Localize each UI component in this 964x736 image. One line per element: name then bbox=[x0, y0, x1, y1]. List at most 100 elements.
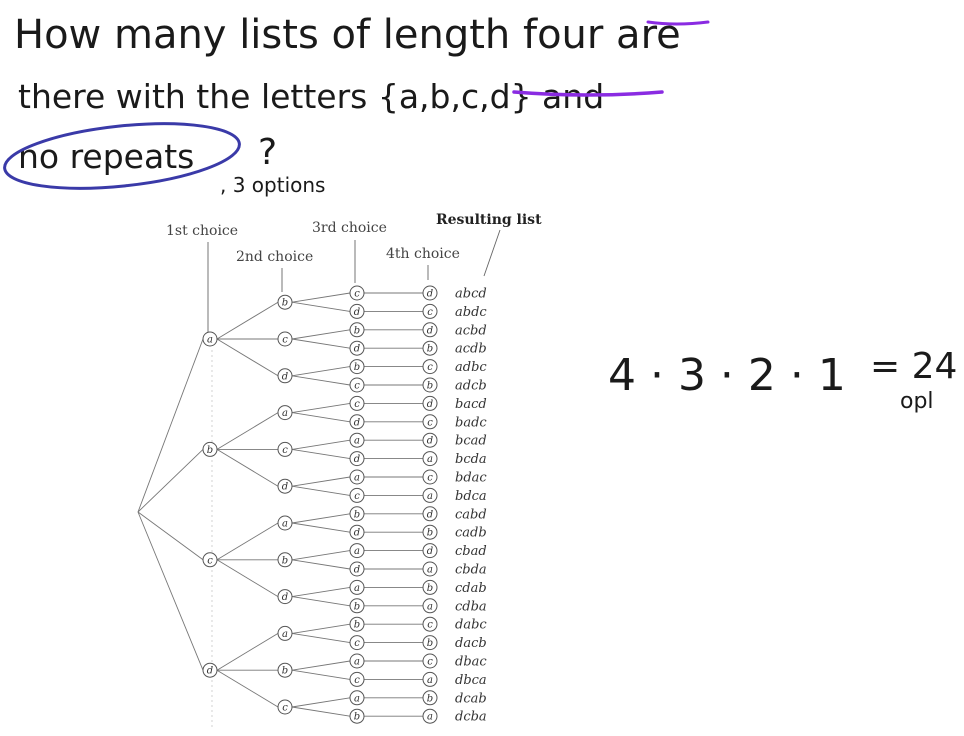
resulting-list-item: cbda bbox=[455, 563, 487, 578]
tree-node-dbac: c bbox=[422, 653, 438, 669]
node-letter: b bbox=[354, 712, 360, 723]
tree-node-cdb: b bbox=[349, 598, 365, 614]
tree-node-dca: a bbox=[349, 690, 365, 706]
tree-node-bdc: c bbox=[349, 487, 365, 503]
node-letter: b bbox=[207, 445, 213, 456]
node-letter: b bbox=[427, 638, 433, 649]
tree-edge-ba bbox=[216, 412, 279, 450]
tree-node-cbd: d bbox=[349, 561, 365, 577]
node-letter: b bbox=[354, 509, 360, 520]
tree-edge-cad bbox=[291, 522, 351, 533]
tree-edge-dab bbox=[291, 623, 351, 634]
tree-edge-cbd bbox=[291, 559, 351, 570]
tree-node-da: a bbox=[277, 625, 293, 641]
tree-node-cbda: a bbox=[422, 561, 438, 577]
tree-diagram: abcdbcdacdabdabccdbdbccdadacbdadabbcacab… bbox=[137, 229, 501, 728]
resulting-list-item: cdba bbox=[455, 599, 487, 614]
formula: 4 · 3 · 2 · 1 = 24 opl bbox=[608, 346, 957, 414]
tree-node-dab: b bbox=[349, 616, 365, 632]
tree-edge-a bbox=[137, 338, 204, 513]
tree-node-abcd: d bbox=[422, 285, 438, 301]
node-letter: a bbox=[427, 601, 433, 612]
resulting-list-item: abcd bbox=[455, 287, 487, 302]
tree-node-adcb: b bbox=[422, 377, 438, 393]
tree-edge-ad bbox=[216, 338, 279, 377]
tree-node-bcad: d bbox=[422, 432, 438, 448]
resulting-list-item: acdb bbox=[455, 342, 487, 357]
node-letter: a bbox=[282, 629, 288, 640]
node-letter: d bbox=[282, 592, 288, 603]
tree-edge-adb bbox=[291, 366, 351, 377]
tree-node-bdca: a bbox=[422, 487, 438, 503]
resulting-list-item: adbc bbox=[455, 360, 487, 375]
side-note: , 3 options bbox=[220, 173, 325, 197]
tree-edge-bd bbox=[216, 449, 279, 487]
tree-node-badc: c bbox=[422, 414, 438, 430]
resulting-list-item: bcad bbox=[455, 434, 487, 449]
resulting-list-item: cabd bbox=[455, 507, 487, 522]
tree-node-dcab: b bbox=[422, 690, 438, 706]
resulting-list-item: abdc bbox=[455, 305, 487, 320]
node-letter: b bbox=[282, 555, 288, 566]
resulting-list-item: bcda bbox=[455, 452, 487, 467]
node-letter: b bbox=[354, 362, 360, 373]
tree-node-cbad: d bbox=[422, 543, 438, 559]
node-letter: d bbox=[427, 546, 433, 557]
tree-edge-da bbox=[216, 633, 279, 671]
tree-node-cab: b bbox=[349, 506, 365, 522]
tree-node-bd: d bbox=[277, 478, 293, 494]
node-letter: a bbox=[354, 657, 360, 668]
node-letter: a bbox=[427, 675, 433, 686]
node-letter: c bbox=[282, 445, 288, 456]
resulting-list-item: cadb bbox=[455, 526, 487, 541]
header-2nd-choice: 2nd choice bbox=[236, 249, 313, 265]
header-3rd-choice: 3rd choice bbox=[312, 220, 387, 236]
resulting-list-item: cdab bbox=[455, 581, 487, 596]
formula-unit: opl bbox=[900, 389, 934, 414]
tree-node-cd: d bbox=[277, 589, 293, 605]
tree-node-ab: b bbox=[277, 294, 293, 310]
tree-node-abc: c bbox=[349, 285, 365, 301]
tree-node-acdb: b bbox=[422, 340, 438, 356]
tree-headers: 1st choice 2nd choice 3rd choice 4th cho… bbox=[166, 212, 542, 265]
node-letter: c bbox=[427, 362, 433, 373]
tree-node-dacb: b bbox=[422, 635, 438, 651]
node-letter: a bbox=[427, 565, 433, 576]
tree-edge-cdb bbox=[291, 596, 351, 607]
tree-node-bac: c bbox=[349, 395, 365, 411]
lecture-canvas: How many lists of length four are there … bbox=[3, 12, 957, 728]
node-letter: b bbox=[427, 583, 433, 594]
tree-node-bacd: d bbox=[422, 395, 438, 411]
tree-edge-b bbox=[137, 449, 204, 513]
tree-node-acd: d bbox=[349, 340, 365, 356]
node-letter: d bbox=[427, 289, 433, 300]
tree-node-db: b bbox=[277, 662, 293, 678]
node-letter: b bbox=[354, 620, 360, 631]
tree-node-cadb: b bbox=[422, 524, 438, 540]
tree-node-bad: d bbox=[349, 414, 365, 430]
node-letter: b bbox=[427, 528, 433, 539]
tree-node-cdba: a bbox=[422, 598, 438, 614]
tree-node-cabd: d bbox=[422, 506, 438, 522]
node-letter: c bbox=[354, 491, 360, 502]
tree-node-ba: a bbox=[277, 405, 293, 421]
node-letter: a bbox=[354, 583, 360, 594]
node-letter: d bbox=[354, 528, 360, 539]
node-letter: c bbox=[354, 399, 360, 410]
resulting-list-item: acbd bbox=[455, 323, 487, 338]
tree-node-dcb: b bbox=[349, 708, 365, 724]
tree-edge-acb bbox=[291, 329, 351, 340]
tree-node-adbc: c bbox=[422, 359, 438, 375]
resulting-lists: abcd abdc acbd acdb adbc adcb bacd badc bcad bcda… bbox=[455, 287, 487, 725]
tree-node-abd: d bbox=[349, 303, 365, 319]
tree-node-cba: a bbox=[349, 543, 365, 559]
node-letter: c bbox=[427, 307, 433, 318]
node-letter: c bbox=[282, 335, 288, 346]
tree-edge-abd bbox=[291, 301, 351, 312]
resulting-list-item: dbca bbox=[455, 673, 487, 688]
tree-node-acb: b bbox=[349, 322, 365, 338]
resulting-list-item: dacb bbox=[455, 636, 487, 651]
node-letter: c bbox=[207, 555, 213, 566]
node-letter: a bbox=[282, 519, 288, 530]
tree-node-abdc: c bbox=[422, 303, 438, 319]
